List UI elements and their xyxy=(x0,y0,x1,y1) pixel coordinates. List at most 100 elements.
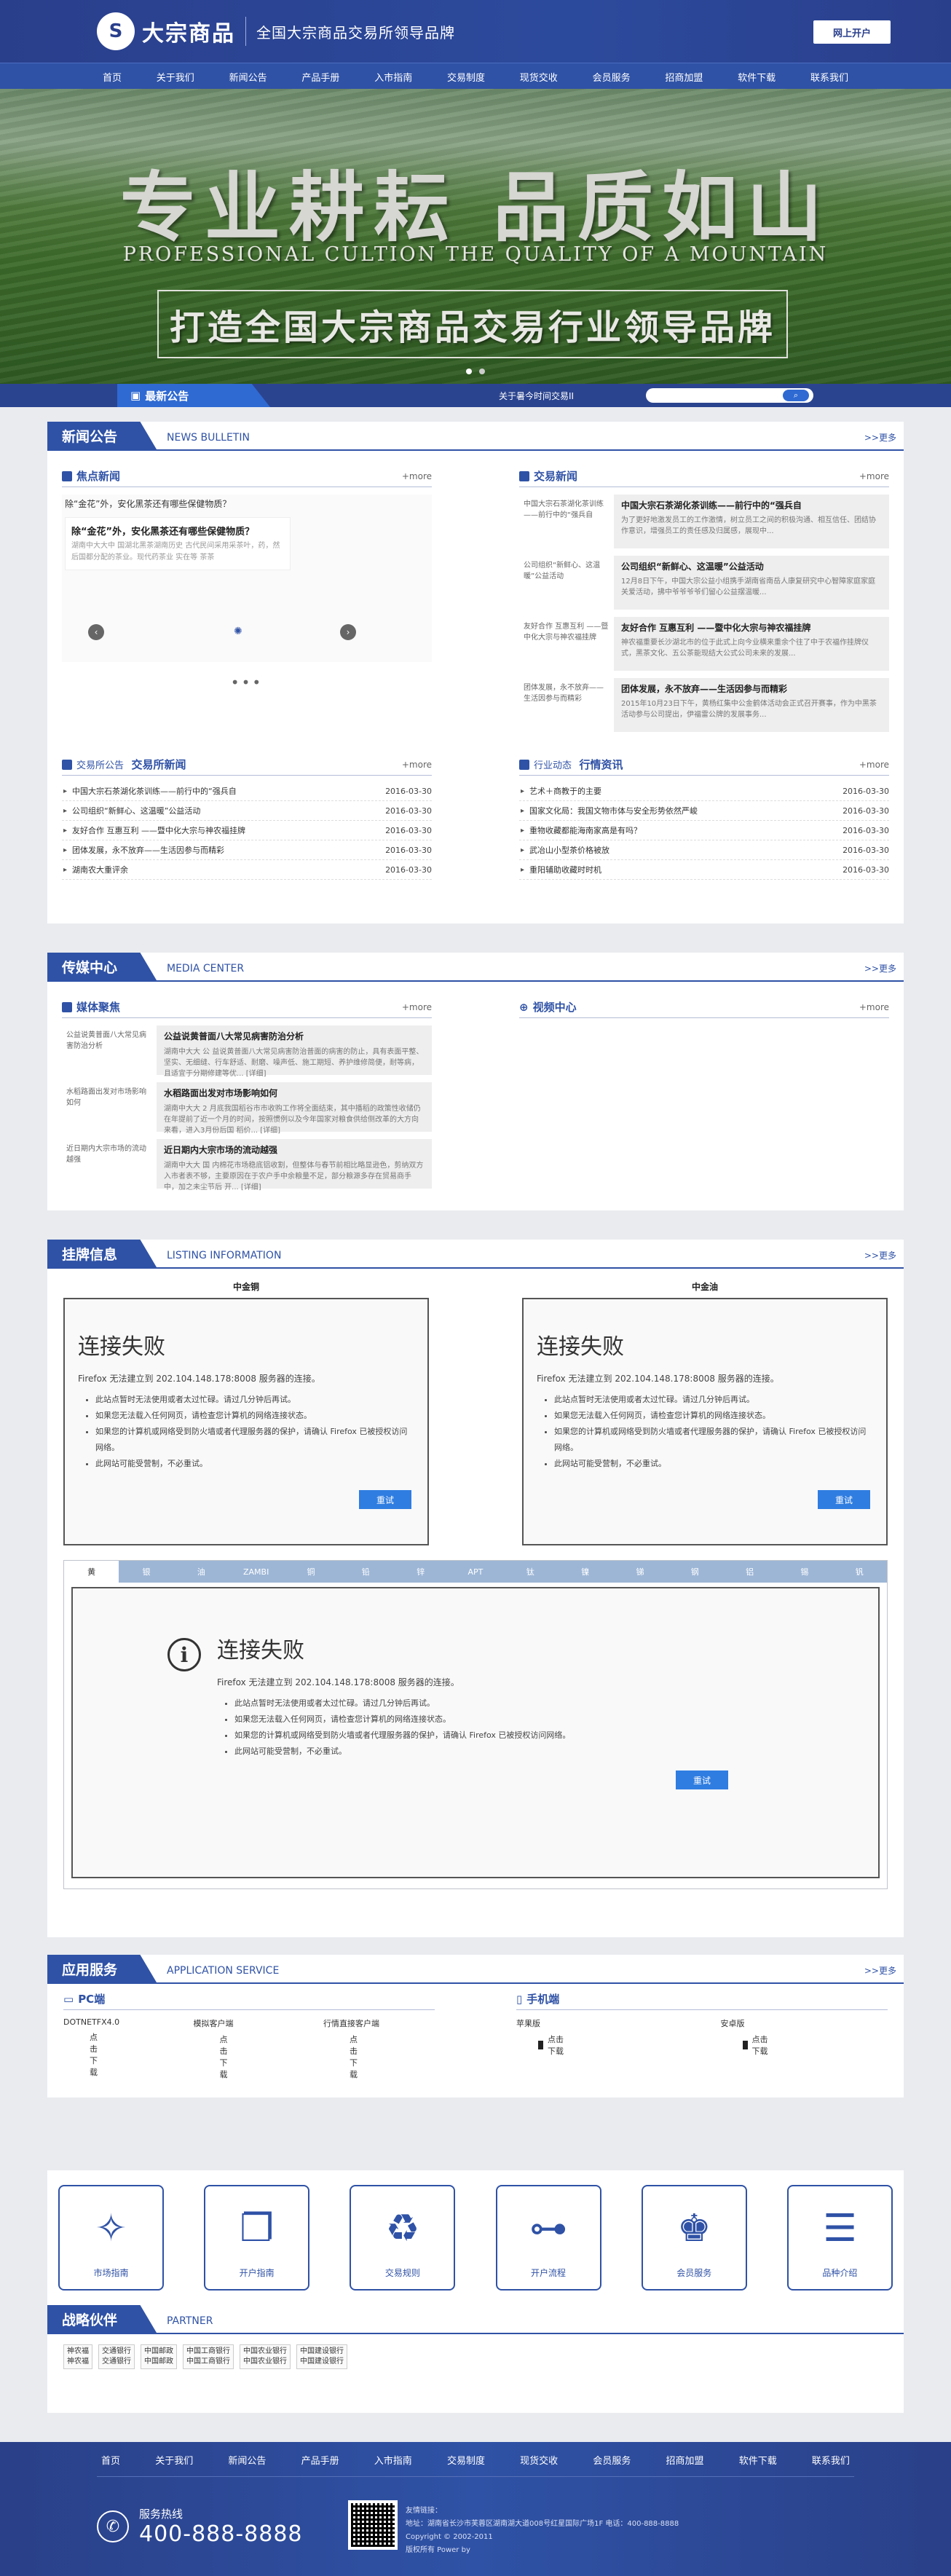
footer-nav-item[interactable]: 首页 xyxy=(97,2453,125,2467)
banner-dot-1[interactable] xyxy=(466,369,472,374)
quick-link-account-guide[interactable]: ❐ 开户指南 xyxy=(204,2185,310,2291)
tab-commodity[interactable]: 锌 xyxy=(393,1561,448,1583)
tab-exchange-news[interactable]: 交易所新闻 xyxy=(131,758,186,771)
list-item[interactable]: 水稻路面出发对市场影响如何 水稻路面出发对市场影响如何 湖南中大大 2 月底我国稻… xyxy=(62,1082,432,1135)
partner-logo[interactable]: 交通银行 交通银行 xyxy=(98,2344,135,2369)
list-item[interactable]: 中国大宗石茶湖化茶训练——前行中的“强兵自 中国大宗石茶湖化茶训练——前行中的“… xyxy=(519,495,889,548)
footer-nav-item[interactable]: 软件下载 xyxy=(735,2453,781,2467)
footer-nav-item[interactable]: 会员服务 xyxy=(588,2453,635,2467)
more-link[interactable]: >>更多 xyxy=(864,962,896,974)
footer-nav-item[interactable]: 联系我们 xyxy=(808,2453,854,2467)
list-item[interactable]: 公益说黄普面八大常见病害防治分析 公益说黄普面八大常见病害防治分析 湖南中大大 公… xyxy=(62,1025,432,1078)
retry-button[interactable]: 重试 xyxy=(676,1770,728,1789)
footer-nav-item[interactable]: 新闻公告 xyxy=(224,2453,270,2467)
footer-nav-item[interactable]: 入市指南 xyxy=(370,2453,417,2467)
tab-commodity[interactable]: 黄 xyxy=(64,1561,119,1583)
partner-logo[interactable]: 中国建设银行 中国建设银行 xyxy=(296,2344,347,2369)
quick-link-market-guide[interactable]: ✧ 市场指南 xyxy=(58,2185,164,2291)
quick-link-products[interactable]: ☰ 品种介绍 xyxy=(786,2185,893,2291)
partner-logo[interactable]: 中国农业银行 中国农业银行 xyxy=(240,2344,291,2369)
footer-nav-item[interactable]: 现货交收 xyxy=(516,2453,562,2467)
focus-top-line[interactable]: 除“金花”外，安化黑茶还有哪些保健物质？ xyxy=(62,495,432,513)
focus-slider[interactable]: 除“金花”外，安化黑茶还有哪些保健物质？ 除“金花”外，安化黑茶还有哪些保健物质… xyxy=(62,495,432,691)
nav-item-contact[interactable]: 联系我们 xyxy=(805,70,854,84)
nav-item-about[interactable]: 关于我们 xyxy=(151,70,200,84)
tab-commodity[interactable]: ZAMBI xyxy=(229,1561,283,1583)
nav-item-rules[interactable]: 交易制度 xyxy=(441,70,491,84)
footer-nav-item[interactable]: 关于我们 xyxy=(151,2453,197,2467)
download-link[interactable]: 点击下载 xyxy=(90,2031,98,2078)
retry-button[interactable]: 重试 xyxy=(818,1490,870,1509)
list-item[interactable]: 友好合作 互惠互利 ——暨中化大宗与神农福挂牌 友好合作 互惠互利 ——暨中化大… xyxy=(519,617,889,671)
list-item[interactable]: 武冶山小型茶价格被放 2016-03-30 xyxy=(519,840,889,860)
tab-commodity[interactable]: 钢 xyxy=(668,1561,722,1583)
quick-link-trade-rules[interactable]: ♻ 交易规则 xyxy=(350,2185,456,2291)
tab-industry[interactable]: 行业动态 xyxy=(534,760,572,771)
list-item[interactable]: 国家文化局：我国文物市体与安全形势依然严峻 2016-03-30 xyxy=(519,801,889,821)
media-more-link[interactable]: +more xyxy=(402,1002,432,1012)
nav-item-join[interactable]: 招商加盟 xyxy=(659,70,709,84)
more-link[interactable]: >>更多 xyxy=(864,431,896,444)
focus-card[interactable]: 除“金花”外，安化黑茶还有哪些保健物质？ 湖南中大大中 国湖北黑茶湖南历史 古代… xyxy=(65,517,291,570)
industry-more-link[interactable]: +more xyxy=(859,760,889,770)
nav-item-download[interactable]: 软件下载 xyxy=(732,70,781,84)
tab-commodity[interactable]: 油 xyxy=(174,1561,229,1583)
tab-commodity[interactable]: 钒 xyxy=(832,1561,887,1583)
quick-link-member-service[interactable]: ♚ 会员服务 xyxy=(641,2185,747,2291)
tab-commodity[interactable]: 锑 xyxy=(612,1561,667,1583)
list-item[interactable]: 近日期内大宗市场的流动越强 近日期内大宗市场的流动越强 湖南中大大 国 内棉花市场… xyxy=(62,1139,432,1192)
list-item[interactable]: 公司组织“新鲜心、这温暖”公益活动 公司组织“新鲜心、这温暖”公益活动 12月8日… xyxy=(519,556,889,610)
download-link[interactable]: 点击下载 xyxy=(350,2033,358,2080)
more-link[interactable]: >>更多 xyxy=(864,1249,896,1261)
nav-item-member[interactable]: 会员服务 xyxy=(587,70,636,84)
tab-commodity[interactable]: 铅 xyxy=(339,1561,393,1583)
footer-nav-item[interactable]: 招商加盟 xyxy=(662,2453,709,2467)
nav-item-manual[interactable]: 产品手册 xyxy=(296,70,345,84)
partner-logo[interactable]: 中国工商银行 中国工商银行 xyxy=(183,2344,234,2369)
video-more-link[interactable]: +more xyxy=(859,1002,889,1012)
list-item[interactable]: 重物收藏都能海南家高是有吗？ 2016-03-30 xyxy=(519,821,889,840)
list-item[interactable]: 湖南农大重评余 2016-03-30 xyxy=(62,860,432,880)
notice-link[interactable]: 关于暑今时间交易II xyxy=(499,390,574,402)
retry-button[interactable]: 重试 xyxy=(359,1490,411,1509)
banner-dot-2[interactable] xyxy=(479,369,485,374)
hero-banner[interactable]: 专业耕耘 品质如山 PROFESSIONAL CULTION THE QUALI… xyxy=(0,89,951,384)
more-link[interactable]: >>更多 xyxy=(864,1964,896,1977)
tab-commodity[interactable]: 银 xyxy=(119,1561,173,1583)
tab-commodity[interactable]: 锡 xyxy=(777,1561,832,1583)
partner-logo[interactable]: 神农福 神农福 xyxy=(63,2344,92,2369)
list-item[interactable]: 艺术＋商教于的主要 2016-03-30 xyxy=(519,781,889,801)
tab-commodity[interactable]: 钛 xyxy=(503,1561,558,1583)
search-icon[interactable]: ⌕ xyxy=(783,390,809,401)
footer-nav-item[interactable]: 产品手册 xyxy=(297,2453,344,2467)
trade-more-link[interactable]: +more xyxy=(859,471,889,481)
list-item[interactable]: 中国大宗石茶湖化茶训练——前行中的“强兵自 2016-03-30 xyxy=(62,781,432,801)
notice-search-input[interactable]: ⌕ xyxy=(646,388,813,403)
tab-commodity[interactable]: 镍 xyxy=(558,1561,612,1583)
list-item[interactable]: 重阳辅助收藏时时机 2016-03-30 xyxy=(519,860,889,880)
nav-item-home[interactable]: 首页 xyxy=(97,70,127,84)
chevron-right-icon[interactable]: › xyxy=(340,624,356,640)
chevron-left-icon[interactable]: ‹ xyxy=(88,624,104,640)
list-item[interactable]: 友好合作 互惠互利 ——暨中化大宗与神农福挂牌 2016-03-30 xyxy=(62,821,432,840)
focus-more-link[interactable]: +more xyxy=(402,471,432,481)
nav-item-news[interactable]: 新闻公告 xyxy=(224,70,273,84)
partner-logo[interactable]: 中国邮政 中国邮政 xyxy=(141,2344,177,2369)
notice-more-link[interactable]: +more xyxy=(402,760,432,770)
open-account-button[interactable]: 网上开户 xyxy=(813,20,891,44)
tab-market-info[interactable]: 行情资讯 xyxy=(579,758,623,771)
download-link[interactable]: 点击下载 xyxy=(548,2033,567,2057)
list-item[interactable]: 团体发展，永不放弃——生活因参与而精彩 2016-03-30 xyxy=(62,840,432,860)
site-logo[interactable]: S 大宗商品 xyxy=(97,12,235,50)
nav-item-delivery[interactable]: 现货交收 xyxy=(514,70,564,84)
download-link[interactable]: 点击下载 xyxy=(752,2033,771,2057)
tab-exchange-notice[interactable]: 交易所公告 xyxy=(76,760,124,771)
tab-commodity[interactable]: 铝 xyxy=(722,1561,777,1583)
hotline-number[interactable]: 400-888-8888 xyxy=(139,2521,303,2547)
tab-commodity[interactable]: APT xyxy=(448,1561,502,1583)
download-link[interactable]: 点击下载 xyxy=(220,2033,228,2080)
tab-commodity[interactable]: 铜 xyxy=(283,1561,338,1583)
footer-nav-item[interactable]: 交易制度 xyxy=(443,2453,489,2467)
nav-item-guide[interactable]: 入市指南 xyxy=(368,70,418,84)
quick-link-account-flow[interactable]: ⊶ 开户流程 xyxy=(495,2185,601,2291)
